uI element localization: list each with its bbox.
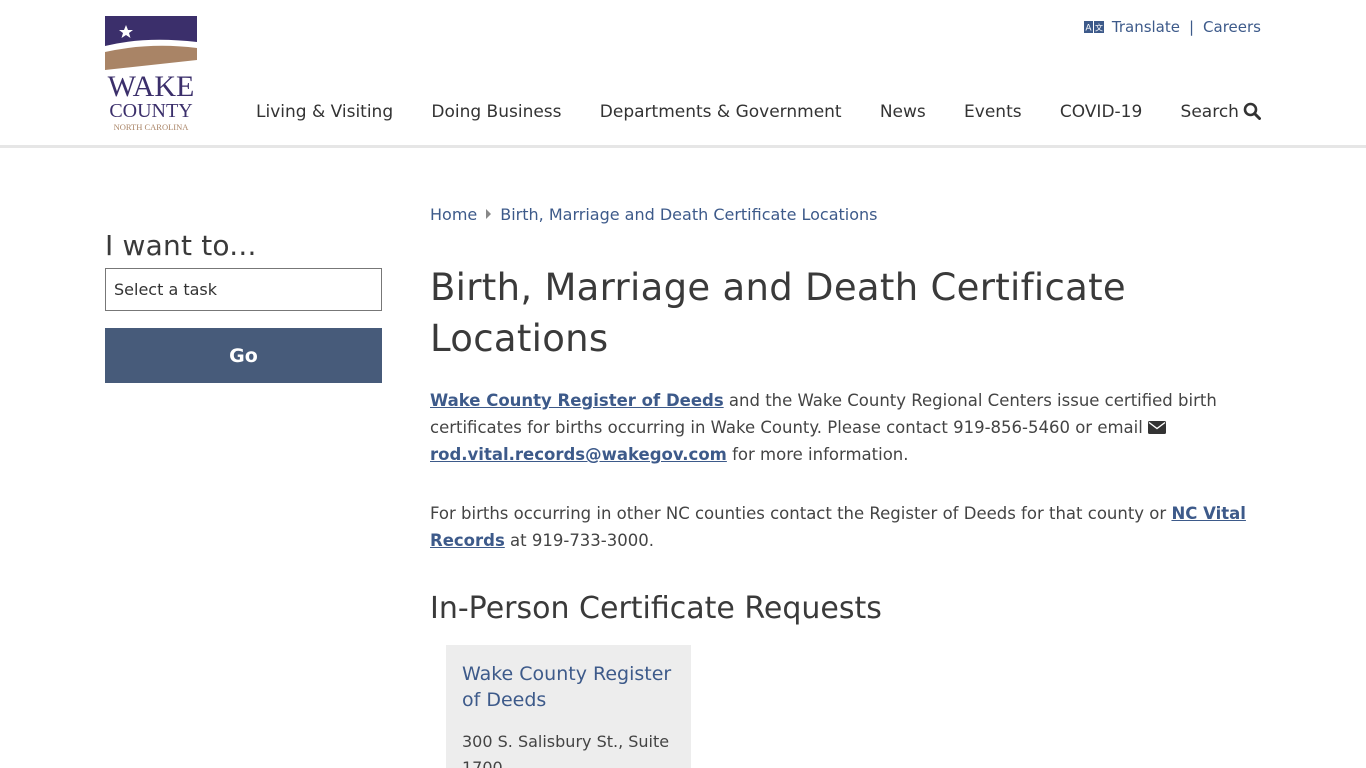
page-title: Birth, Marriage and Death Certificate Lo… <box>430 266 1126 360</box>
breadcrumb-current: Birth, Marriage and Death Certificate Lo… <box>500 204 878 224</box>
location-card-address: 300 S. Salisbury St., Suite 1700 <box>462 732 670 768</box>
section-heading: In-Person Certificate Requests <box>430 591 882 626</box>
sidebar: I want to... Select a task Go <box>105 229 382 383</box>
i-want-to-heading: I want to... <box>105 229 257 262</box>
location-card-title[interactable]: Wake County Register of Deeds <box>462 661 675 713</box>
nav-search[interactable]: Search <box>1181 102 1261 122</box>
logo-graphic: WAKE COUNTY NORTH CAROLINA <box>105 16 197 132</box>
nav-departments-government[interactable]: Departments & Government <box>600 102 842 122</box>
svg-text:文: 文 <box>1095 23 1103 33</box>
task-select[interactable]: Select a task <box>105 268 382 311</box>
other-text-1: For births occurring in other NC countie… <box>430 504 1172 523</box>
logo-text-county: COUNTY <box>109 100 192 122</box>
nav-covid-19[interactable]: COVID-19 <box>1060 102 1142 122</box>
breadcrumb-arrow-icon <box>486 209 492 219</box>
wake-county-logo[interactable]: WAKE COUNTY NORTH CAROLINA <box>105 16 197 134</box>
logo-text-wake: WAKE <box>108 70 195 103</box>
register-of-deeds-link[interactable]: Wake County Register of Deeds <box>430 391 724 410</box>
nav-living-visiting[interactable]: Living & Visiting <box>256 102 393 122</box>
intro-paragraph: Wake County Register of Deeds and the Wa… <box>430 387 1266 468</box>
logo-text-state: NORTH CAROLINA <box>114 122 190 132</box>
utility-separator: | <box>1188 18 1195 36</box>
nav-doing-business[interactable]: Doing Business <box>431 102 561 122</box>
translate-icon: A 文 <box>1083 21 1104 34</box>
other-counties-paragraph: For births occurring in other NC countie… <box>430 500 1266 554</box>
utility-links: A 文 Translate | Careers <box>1083 16 1261 38</box>
search-icon <box>1243 102 1261 120</box>
location-card: Wake County Register of Deeds 300 S. Sal… <box>446 645 691 768</box>
envelope-icon <box>1148 421 1167 434</box>
other-text-2: at 919-733-3000. <box>504 531 654 550</box>
translate-link[interactable]: Translate <box>1112 18 1180 36</box>
nav-news[interactable]: News <box>880 102 926 122</box>
intro-text-2: for more information. <box>726 445 909 464</box>
main-nav: Living & Visiting Doing Business Departm… <box>256 98 1261 126</box>
nav-events[interactable]: Events <box>964 102 1022 122</box>
email-link[interactable]: rod.vital.records@wakegov.com <box>430 445 727 464</box>
breadcrumb-home[interactable]: Home <box>430 205 477 224</box>
main-content: Home Birth, Marriage and Death Certifica… <box>430 202 1266 627</box>
go-button[interactable]: Go <box>105 328 382 383</box>
nav-search-label: Search <box>1180 102 1239 122</box>
careers-link[interactable]: Careers <box>1203 18 1261 36</box>
breadcrumb: Home Birth, Marriage and Death Certifica… <box>430 202 1266 226</box>
svg-text:A: A <box>1085 24 1092 34</box>
site-header: WAKE COUNTY NORTH CAROLINA A 文 Translate… <box>0 0 1366 148</box>
